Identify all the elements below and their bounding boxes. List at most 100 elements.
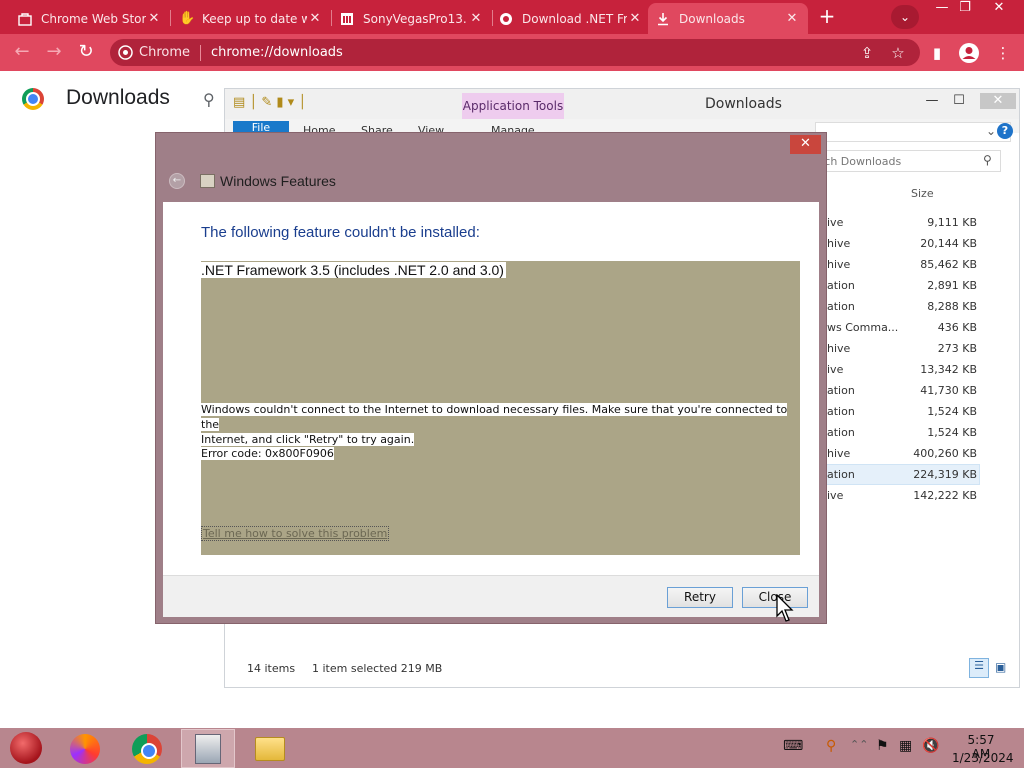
firefox-icon — [70, 733, 100, 764]
retry-button[interactable]: Retry — [667, 587, 733, 608]
minimize-icon: — — [935, 0, 949, 15]
star-icon: ☆ — [891, 44, 905, 62]
help-icon[interactable]: ? — [997, 123, 1013, 139]
new-tab-button[interactable]: + — [815, 6, 839, 28]
close-icon[interactable]: ✕ — [627, 11, 643, 26]
dialog-close-button[interactable]: ✕ — [790, 135, 821, 154]
status-selection: 1 item selected 219 MB — [312, 662, 443, 675]
explorer-minimize-button[interactable]: — — [919, 93, 945, 109]
omnibox-url[interactable]: chrome://downloads — [211, 45, 343, 60]
tab-download-net[interactable]: Download .NET Fr ✕ — [491, 3, 651, 34]
taskbar-file-explorer[interactable] — [243, 729, 297, 768]
share-button[interactable]: ⇪ — [856, 42, 878, 64]
search-input[interactable]: rch Downloads — [815, 150, 1001, 172]
close-icon[interactable]: ✕ — [468, 11, 484, 26]
error-heading: The following feature couldn't be instal… — [201, 224, 480, 241]
taskbar-windows-features[interactable] — [181, 729, 235, 768]
more-vertical-icon: ⋮ — [995, 44, 1011, 62]
file-type[interactable]: ation — [827, 300, 911, 313]
large-icons-view-icon[interactable]: ▣ — [995, 660, 1006, 674]
file-size: 2,891 KB — [927, 279, 977, 292]
bank-icon — [341, 12, 353, 25]
menu-button[interactable]: ⋮ — [992, 42, 1014, 64]
quick-access-toolbar[interactable]: ▤ │ ✎ ▮ ▾ │ — [233, 95, 306, 110]
tab-title: SonyVegasPro13. — [363, 11, 467, 26]
file-type[interactable]: ation — [827, 279, 911, 292]
keyboard-icon[interactable]: ⌨ — [783, 738, 803, 754]
explorer-close-button[interactable]: ✕ — [980, 93, 1016, 109]
back-button[interactable]: ← — [10, 41, 34, 65]
details-view-icon[interactable]: ☰ — [969, 658, 989, 678]
chrome-icon — [132, 733, 162, 764]
volume-muted-icon[interactable]: 🔇 — [922, 738, 939, 754]
tab-sonyvegas[interactable]: SonyVegasPro13. ✕ — [332, 3, 492, 34]
page-title: Downloads — [66, 86, 170, 109]
explorer-maximize-button[interactable]: ☐ — [946, 93, 972, 109]
file-type[interactable]: ation — [827, 405, 911, 418]
file-size: 400,260 KB — [913, 447, 977, 460]
close-button[interactable]: Close — [742, 587, 808, 608]
error-details: .NET Framework 3.5 (includes .NET 2.0 an… — [201, 261, 800, 555]
file-type[interactable]: hive — [827, 258, 911, 271]
clock-date[interactable]: 1/23/2024 — [952, 751, 1014, 765]
arrow-right-icon: → — [46, 41, 62, 62]
tab-title: Chrome Web Store — [41, 11, 146, 26]
chevron-down-icon: ⌄ — [985, 124, 996, 138]
omnibox-site-label: Chrome — [139, 45, 190, 60]
tab-title: Download .NET Fr — [522, 11, 627, 26]
avatar-icon — [959, 43, 979, 63]
tab-search-button[interactable]: ⌄ — [891, 5, 919, 29]
tab-downloads[interactable]: Downloads ✕ — [648, 3, 808, 34]
back-arrow-icon[interactable]: ← — [169, 173, 185, 189]
folder-icon: ▤ │ ✎ ▮ ▾ │ — [233, 95, 307, 110]
dialog-body: The following feature couldn't be instal… — [163, 202, 819, 575]
file-size: 436 KB — [937, 321, 977, 334]
bookmark-button[interactable]: ☆ — [887, 42, 909, 64]
column-header-size[interactable]: Size — [911, 187, 934, 200]
close-icon[interactable]: ✕ — [146, 11, 162, 26]
explorer-titlebar — [225, 89, 1019, 119]
file-type[interactable]: hive — [827, 342, 911, 355]
flag-icon[interactable]: ⚑ — [876, 738, 889, 754]
error-message-line1: Windows couldn't connect to the Internet… — [201, 403, 788, 431]
restore-button[interactable]: ❐ — [949, 0, 981, 18]
status-item-count: 14 items — [247, 662, 296, 675]
file-type[interactable]: ation — [827, 468, 911, 481]
windows-features-icon — [200, 174, 215, 188]
file-type[interactable]: ive — [827, 216, 911, 229]
help-link[interactable]: Tell me how to solve this problem — [201, 526, 390, 541]
file-type[interactable]: hive — [827, 237, 911, 250]
file-type[interactable]: ws Comma... — [827, 321, 911, 334]
side-panel-button[interactable]: ▮ — [926, 42, 948, 64]
reload-button[interactable]: ↻ — [74, 41, 98, 65]
tab-keep-up-to-date[interactable]: ✋ Keep up to date w ✕ — [171, 3, 331, 34]
web-icon — [500, 12, 512, 25]
close-icon[interactable]: ✕ — [307, 11, 323, 26]
network-icon[interactable]: ▦ — [899, 738, 912, 754]
chevron-up-icon[interactable]: ⌃⌃ — [850, 738, 868, 751]
search-icon[interactable]: ⚲ — [826, 738, 836, 754]
file-type[interactable]: ive — [827, 489, 911, 502]
file-type[interactable]: hive — [827, 447, 911, 460]
search-icon[interactable]: ⚲ — [203, 90, 215, 109]
start-button[interactable] — [10, 732, 42, 764]
address-dropdown[interactable]: ⌄ — [815, 122, 1011, 142]
address-bar[interactable]: Chrome chrome://downloads — [110, 39, 920, 66]
file-size: 142,222 KB — [913, 489, 977, 502]
taskbar-firefox[interactable] — [58, 729, 112, 768]
dialog-footer: Retry Close — [163, 575, 819, 617]
file-type[interactable]: ive — [827, 363, 911, 376]
tab-chrome-web-store[interactable]: Chrome Web Store ✕ — [10, 3, 170, 34]
setup-icon — [195, 733, 221, 764]
window-close-button[interactable]: ✕ — [983, 0, 1015, 18]
profile-button[interactable] — [958, 42, 980, 64]
file-size: 13,342 KB — [920, 363, 977, 376]
chrome-logo-icon — [22, 88, 44, 110]
close-icon[interactable]: ✕ — [784, 11, 800, 26]
file-type[interactable]: ation — [827, 426, 911, 439]
forward-button[interactable]: → — [42, 41, 66, 65]
hand-icon: ✋ — [179, 10, 196, 26]
file-type[interactable]: ation — [827, 384, 911, 397]
search-icon[interactable]: ⚲ — [983, 153, 992, 167]
taskbar-chrome[interactable] — [120, 729, 174, 768]
